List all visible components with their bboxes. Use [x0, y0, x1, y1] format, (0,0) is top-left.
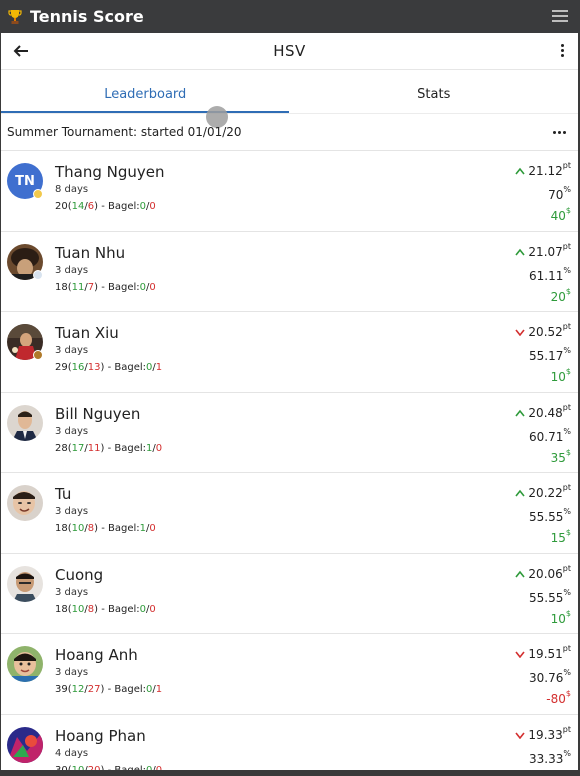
tournament-header: Summer Tournament: started 01/01/20 — [1, 114, 578, 151]
player-points: 20.48 pt — [515, 403, 571, 420]
tab-indicator — [1, 111, 289, 113]
player-record: 20(14/6) - Bagel:0/0 — [55, 201, 156, 212]
player-name: Tuan Xiu — [55, 324, 119, 342]
trend-down-icon — [515, 651, 526, 658]
player-percent: 70% — [548, 185, 571, 202]
player-points: 20.22 pt — [515, 483, 571, 500]
player-percent: 61.11% — [529, 265, 571, 283]
player-days: 4 days — [55, 747, 89, 759]
back-arrow-icon[interactable] — [11, 41, 31, 61]
trend-up-icon — [515, 167, 526, 175]
more-horiz-icon[interactable] — [553, 131, 566, 134]
player-points: 19.33 pt — [515, 725, 571, 742]
player-name: Tuan Nhu — [55, 243, 126, 262]
player-record: 18(10/8) - Bagel:0/0 — [55, 603, 156, 615]
tab-stats[interactable]: Stats — [290, 70, 579, 113]
rank-badge — [33, 350, 43, 360]
player-points: 20.52 pt — [515, 322, 571, 339]
player-name: Bill Nguyen — [55, 404, 141, 423]
avatar — [7, 404, 43, 441]
player-days: 3 days — [55, 667, 89, 678]
app-bar: HSV — [1, 33, 578, 70]
player-days: 3 days — [55, 506, 89, 517]
player-percent: 33.33% — [529, 748, 571, 766]
avatar — [7, 485, 43, 521]
player-days: 3 days — [55, 586, 89, 598]
trend-down-icon — [515, 732, 526, 739]
app-title: Tennis Score — [30, 7, 144, 26]
tab-bar: Leaderboard Stats — [1, 70, 578, 114]
player-points: 20.06 pt — [515, 564, 571, 581]
player-name: Tu — [55, 485, 72, 503]
avatar — [7, 565, 43, 602]
app-window: Tennis Score HSV Leaderboard Stats Summe… — [0, 0, 580, 776]
leaderboard-row[interactable]: TN Thang Nguyen 8 days 20(14/6) - Bagel:… — [1, 151, 578, 232]
player-record: 18(11/7) - Bagel:0/0 — [55, 281, 156, 293]
player-name: Thang Nguyen — [55, 163, 165, 181]
trend-up-icon — [515, 489, 526, 497]
player-percent: 30.76% — [529, 668, 571, 685]
player-money: 20$ — [550, 286, 571, 304]
avatar — [7, 646, 43, 682]
player-points: 19.51 pt — [515, 644, 571, 661]
page-title: HSV — [273, 42, 306, 60]
leaderboard-row[interactable]: Hoang Phan 4 days 30(10/20) - Bagel:0/0 … — [1, 715, 578, 770]
player-percent: 55.55% — [529, 507, 571, 524]
rank-badge — [33, 269, 43, 280]
leaderboard-row[interactable]: Tuan Nhu 3 days 18(11/7) - Bagel:0/0 21.… — [1, 232, 578, 312]
player-money: 10$ — [550, 608, 571, 626]
player-name: Cuong — [55, 565, 104, 584]
trend-up-icon — [515, 570, 526, 577]
player-days: 3 days — [55, 425, 89, 437]
more-vert-icon[interactable] — [561, 44, 565, 58]
player-money: 10$ — [550, 367, 571, 384]
trend-up-icon — [515, 409, 526, 416]
main-content: HSV Leaderboard Stats Summer Tournament:… — [1, 33, 578, 770]
player-money: 15$ — [550, 528, 571, 545]
player-days: 8 days — [55, 184, 89, 195]
leaderboard-row[interactable]: Cuong 3 days 18(10/8) - Bagel:0/0 20.06 p… — [1, 554, 578, 634]
player-days: 3 days — [55, 264, 89, 276]
avatar-initials: TN — [15, 173, 35, 189]
rank-badge — [33, 189, 43, 199]
player-money: 40$ — [550, 206, 571, 223]
player-points: 21.12 pt — [515, 161, 571, 178]
player-money: 35$ — [550, 447, 571, 465]
player-name: Hoang Phan — [55, 726, 146, 745]
player-record: 28(17/11) - Bagel:1/0 — [55, 442, 163, 454]
leaderboard-row[interactable]: Hoang Anh 3 days 39(12/27) - Bagel:0/1 1… — [1, 634, 578, 715]
tournament-label: Summer Tournament: started 01/01/20 — [7, 125, 242, 139]
leaderboard-list: TN Thang Nguyen 8 days 20(14/6) - Bagel:… — [1, 151, 578, 770]
tab-leaderboard[interactable]: Leaderboard — [1, 70, 290, 113]
player-days: 3 days — [55, 345, 89, 356]
player-record: 29(16/13) - Bagel:0/1 — [55, 362, 163, 373]
player-points: 21.07 pt — [515, 242, 571, 259]
player-percent: 55.17% — [529, 346, 571, 363]
avatar — [7, 726, 43, 763]
menu-icon[interactable] — [552, 10, 568, 23]
leaderboard-row[interactable]: Bill Nguyen 3 days 28(17/11) - Bagel:1/0… — [1, 393, 578, 473]
trend-up-icon — [515, 248, 526, 255]
player-percent: 60.71% — [529, 426, 571, 444]
trophy-icon — [2, 0, 28, 33]
player-percent: 55.55% — [529, 587, 571, 605]
leaderboard-row[interactable]: Tuan Xiu 3 days 29(16/13) - Bagel:0/1 20… — [1, 312, 578, 393]
title-bar: Tennis Score — [0, 0, 580, 33]
player-record: 39(12/27) - Bagel:0/1 — [55, 684, 163, 695]
trend-down-icon — [515, 329, 526, 336]
bottom-scrollbar[interactable] — [0, 770, 580, 776]
player-money: -80$ — [546, 689, 571, 706]
player-record: 18(10/8) - Bagel:1/0 — [55, 523, 156, 534]
player-name: Hoang Anh — [55, 646, 138, 664]
leaderboard-row[interactable]: Tu 3 days 18(10/8) - Bagel:1/0 20.22 pt 5… — [1, 473, 578, 554]
